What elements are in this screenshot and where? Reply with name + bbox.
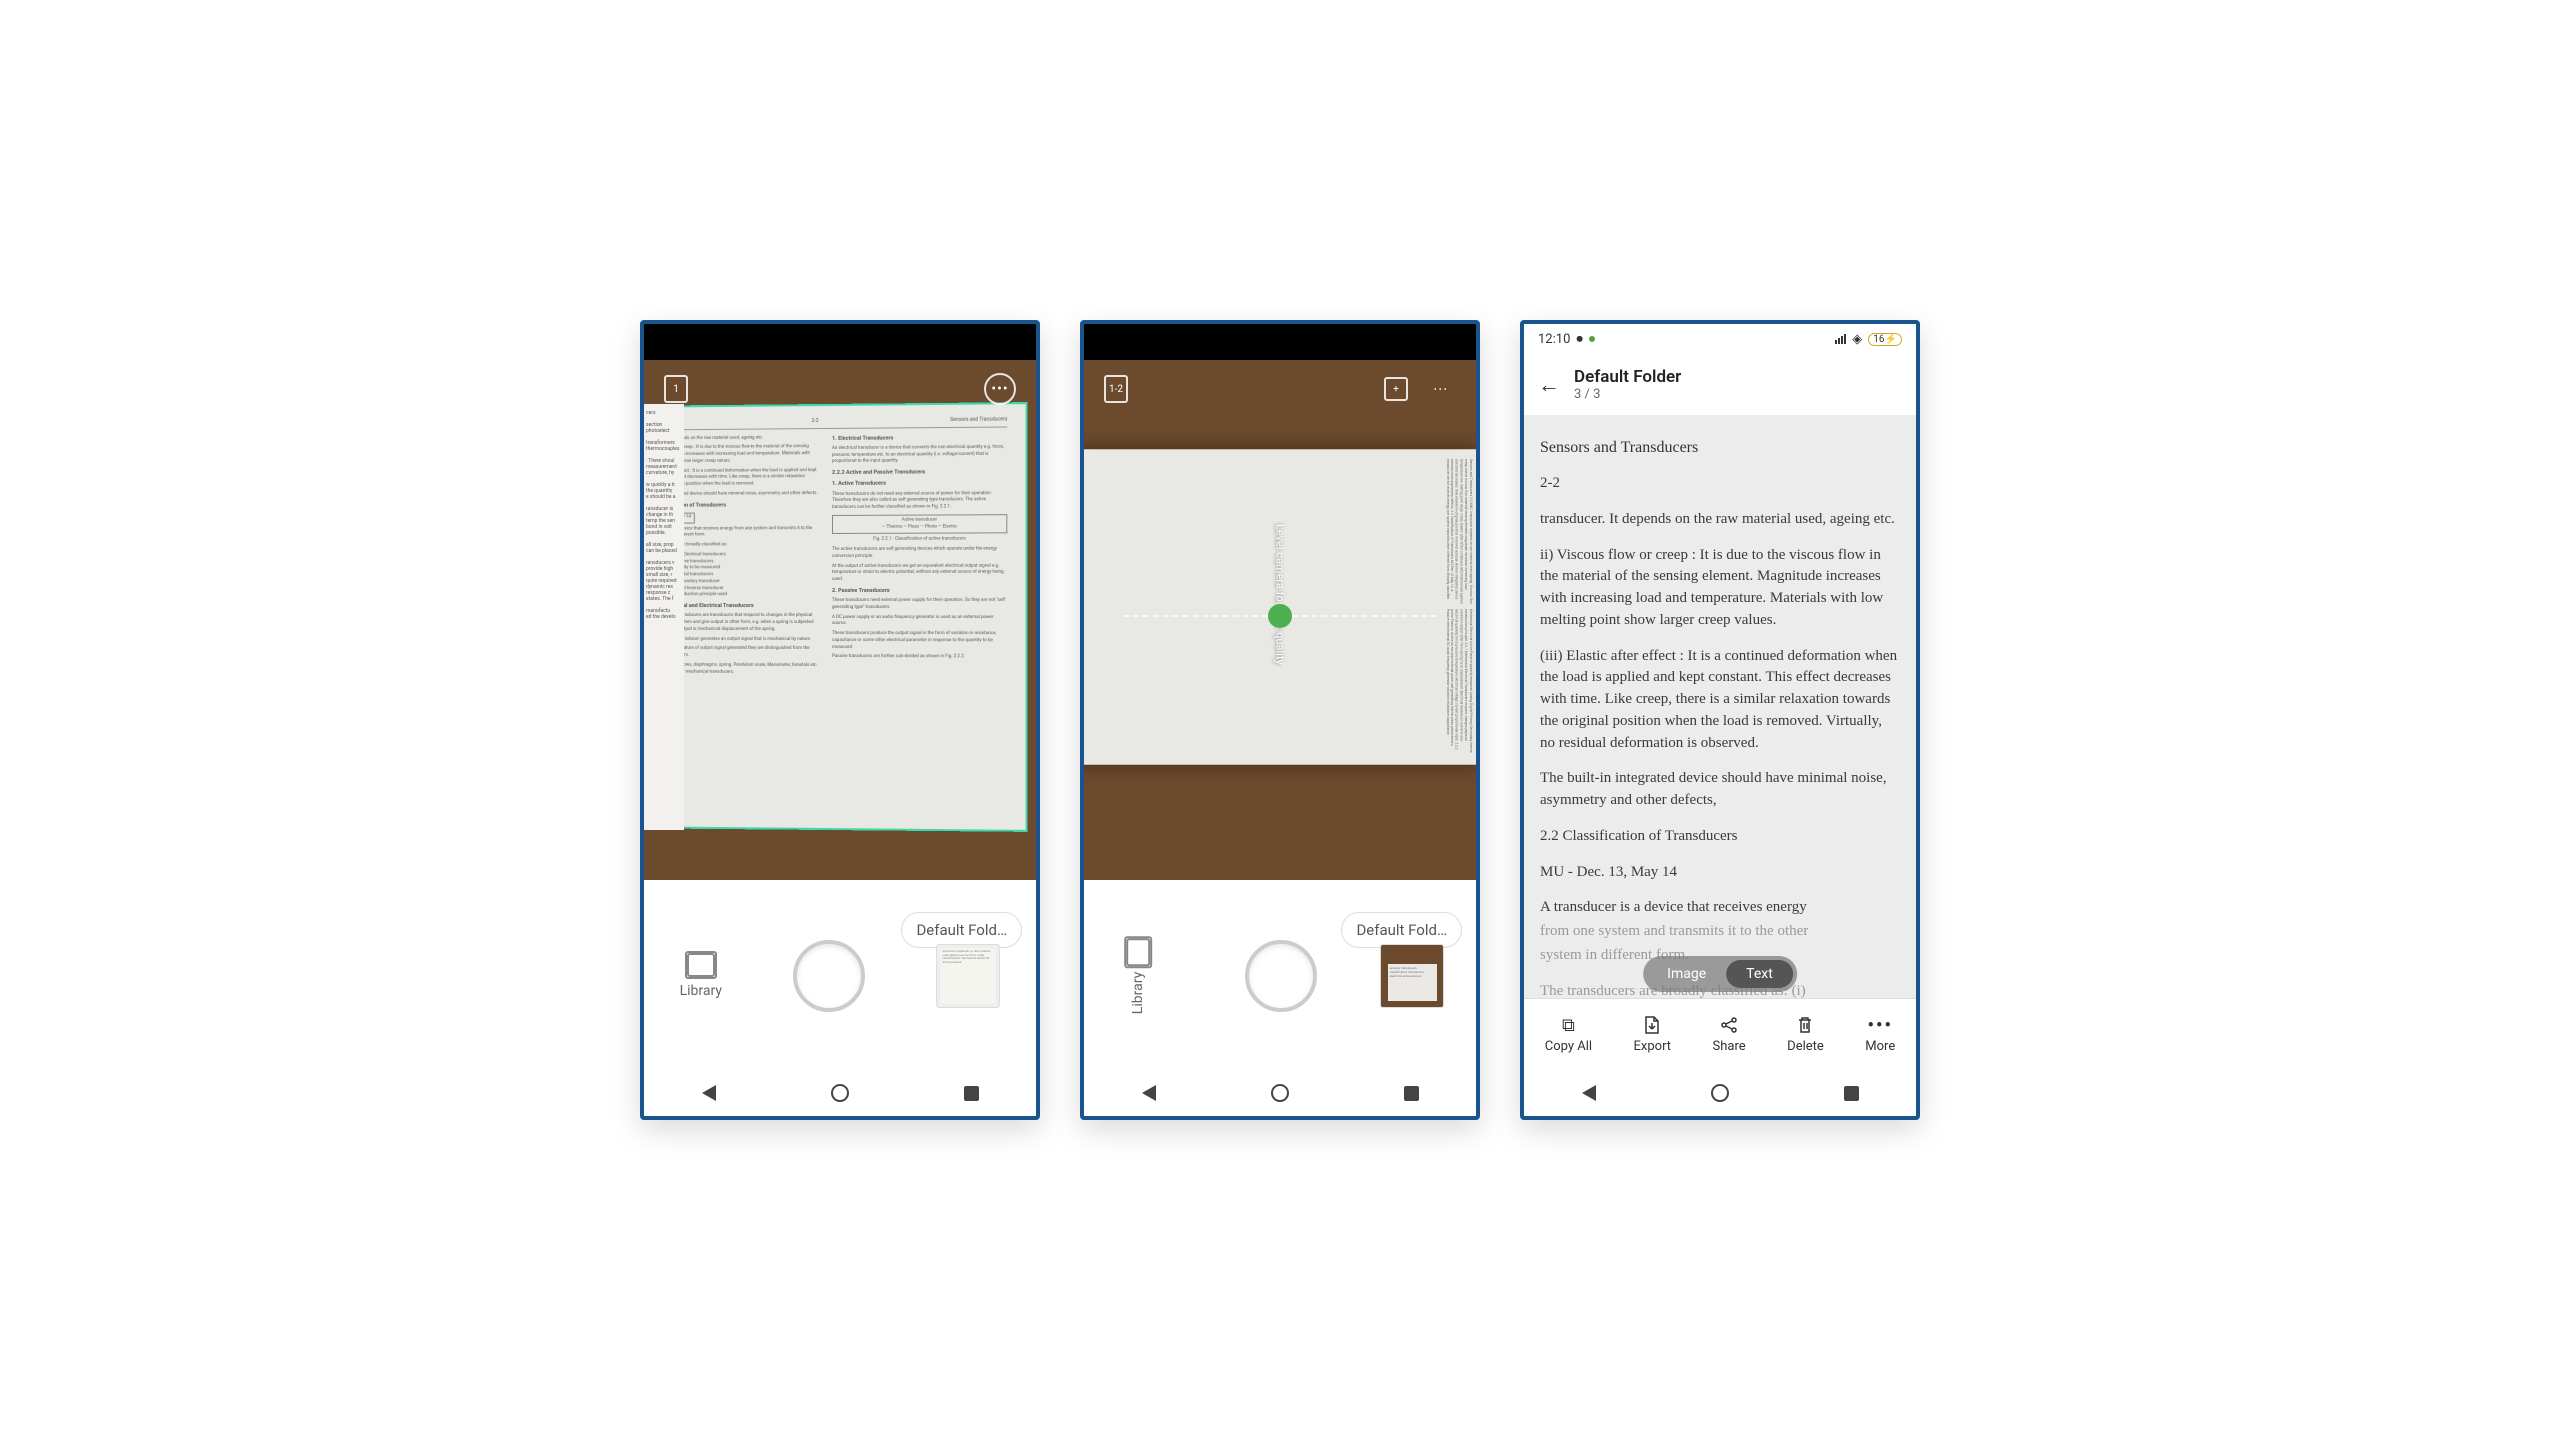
ocr-date-line: MU - Dec. 13, May 14 — [1540, 862, 1900, 884]
camera-bottom-panel: Default Fold… Library sensors transducer… — [1084, 880, 1476, 1070]
action-copy-all[interactable]: ⧉ Copy All — [1545, 1015, 1592, 1054]
book-header-page: 2-2 — [812, 418, 819, 426]
camera-bottom-panel: Default Fold… Library transducer depends… — [644, 880, 1036, 1070]
page-indicator: 3 / 3 — [1574, 387, 1681, 402]
ocr-para-1: transducer. It depends on the raw materi… — [1540, 509, 1900, 531]
last-capture-thumbnail[interactable]: sensors transducers classification mecha… — [1380, 944, 1444, 1008]
trash-icon — [1797, 1015, 1813, 1035]
screen-capture-leveling: 1-2 + ⋮ Sensors and Transducers 2-2 M&C.… — [1080, 320, 1480, 1120]
library-icon — [1126, 938, 1150, 966]
folder-title: Default Folder — [1574, 367, 1681, 387]
action-share[interactable]: Share — [1713, 1015, 1746, 1054]
android-nav-bar — [644, 1070, 1036, 1116]
camera-status-icon: ⏺ — [1576, 332, 1583, 347]
toggle-image[interactable]: Image — [1647, 960, 1726, 988]
last-capture-thumbnail[interactable]: transducer depends on raw material used … — [936, 944, 1000, 1008]
captured-book-page: M&C (MU-S&TC) 2-2 Sensors and Transducer… — [644, 402, 1028, 832]
nav-back-icon[interactable] — [702, 1085, 716, 1101]
library-label: Library — [1130, 972, 1146, 1014]
image-text-toggle[interactable]: Image Text — [1643, 956, 1797, 992]
nav-back-icon[interactable] — [1142, 1085, 1156, 1101]
signal-icon — [1835, 334, 1846, 344]
status-time: 12:10 — [1538, 332, 1570, 347]
share-icon — [1720, 1015, 1738, 1035]
toggle-text[interactable]: Text — [1726, 960, 1793, 988]
more-icon: ••• — [1868, 1015, 1893, 1035]
nav-home-icon[interactable] — [1271, 1084, 1289, 1102]
library-icon — [687, 953, 715, 977]
wifi-icon: ◈ — [1852, 332, 1862, 347]
action-export[interactable]: Export — [1634, 1015, 1672, 1054]
book-header-right: Sensors and Transducers — [950, 416, 1007, 424]
ocr-para-3: (iii) Elastic after effect : It is a con… — [1540, 646, 1900, 755]
more-options-icon[interactable]: ⋮ — [1424, 373, 1456, 405]
camera-viewport: 1-2 + ⋮ Sensors and Transducers 2-2 M&C.… — [1084, 324, 1476, 880]
library-button[interactable]: Library — [680, 953, 722, 999]
nav-back-icon[interactable] — [1582, 1085, 1596, 1101]
ocr-para-4: The built-in integrated device should ha… — [1540, 768, 1900, 812]
android-nav-bar — [1084, 1070, 1476, 1116]
nav-recents-icon[interactable] — [964, 1086, 979, 1101]
battery-indicator: 16⚡ — [1868, 333, 1902, 346]
nav-home-icon[interactable] — [1711, 1084, 1729, 1102]
action-delete[interactable]: Delete — [1787, 1015, 1824, 1054]
android-nav-bar — [1524, 1070, 1916, 1116]
nav-recents-icon[interactable] — [1844, 1086, 1859, 1101]
shutter-button[interactable] — [1245, 940, 1317, 1012]
export-icon — [1643, 1015, 1661, 1035]
nav-recents-icon[interactable] — [1404, 1086, 1419, 1101]
copy-icon: ⧉ — [1562, 1015, 1575, 1035]
bottom-action-bar: ⧉ Copy All Export Share Delete ••• More — [1524, 998, 1916, 1070]
ocr-para-2: ii) Viscous flow or creep : It is due to… — [1540, 545, 1900, 632]
ocr-para-5b: from one system and transmits it to the … — [1540, 921, 1900, 943]
status-black-bar — [644, 324, 1036, 360]
page-count-badge[interactable]: 1 — [664, 375, 688, 403]
screen-capture-aligned: 1 ••• cerssectionphotoelecttransformerst… — [640, 320, 1040, 1120]
library-label: Library — [680, 983, 722, 999]
more-options-icon[interactable]: ••• — [984, 373, 1016, 405]
camera-viewport: 1 ••• cerssectionphotoelecttransformerst… — [644, 324, 1036, 880]
ocr-text-content[interactable]: Sensors and Transducers 2-2 transducer. … — [1524, 416, 1916, 998]
shutter-button[interactable] — [793, 940, 865, 1012]
ocr-section-title: 2.2 Classification of Transducers — [1540, 826, 1900, 848]
status-dot-icon — [1589, 336, 1595, 342]
book-left-page-sliver: cerssectionphotoelecttransformersthermoc… — [644, 404, 684, 830]
ocr-heading: Sensors and Transducers — [1540, 436, 1900, 459]
screen-ocr-text-view: 12:10 ⏺ ◈ 16⚡ ← Default Folder 3 / 3 Sen… — [1520, 320, 1920, 1120]
app-header: ← Default Folder 3 / 3 — [1524, 354, 1916, 416]
action-more[interactable]: ••• More — [1865, 1015, 1895, 1054]
level-hint-text: Level camera for best quality — [1274, 524, 1287, 665]
ocr-page-no: 2-2 — [1540, 473, 1900, 495]
library-button[interactable]: Library — [1106, 964, 1182, 988]
status-bar: 12:10 ⏺ ◈ 16⚡ — [1524, 324, 1916, 354]
level-indicator-dot — [1268, 604, 1292, 628]
back-arrow-icon[interactable]: ← — [1538, 372, 1560, 398]
ocr-para-5a: A transducer is a device that receives e… — [1540, 897, 1900, 919]
status-black-bar — [1084, 324, 1476, 360]
add-page-icon[interactable]: + — [1384, 377, 1408, 401]
page-count-badge[interactable]: 1-2 — [1104, 375, 1128, 403]
nav-home-icon[interactable] — [831, 1084, 849, 1102]
